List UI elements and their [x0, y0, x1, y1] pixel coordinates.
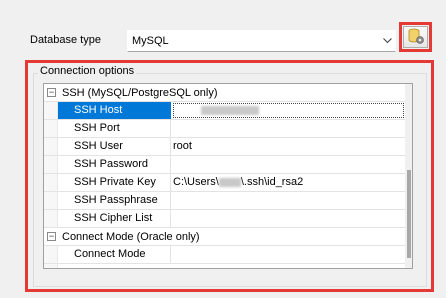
property-value-ssh-private-key[interactable]: C:\Users\ \.ssh\id_rsa2 [172, 174, 405, 191]
property-value-ssh-password[interactable] [172, 156, 405, 173]
property-value-ssh-host[interactable] [172, 102, 405, 119]
vertical-scrollbar[interactable] [405, 84, 412, 268]
property-value-connect-mode[interactable] [172, 246, 405, 263]
database-type-value: MySQL [132, 35, 169, 47]
category-ssh[interactable]: − SSH (MySQL/PostgreSQL only) [44, 84, 405, 102]
property-row-ssh-password[interactable]: SSH Password [44, 156, 405, 174]
category-connect-mode[interactable]: − Connect Mode (Oracle only) [44, 228, 405, 246]
property-value-ssh-port[interactable] [172, 120, 405, 137]
key-path-suffix: \.ssh\id_rsa2 [240, 176, 304, 188]
property-grid[interactable]: − SSH (MySQL/PostgreSQL only) SSH Host S… [43, 83, 413, 269]
property-name: SSH Host [58, 102, 171, 119]
property-name: SSH Cipher List [58, 210, 171, 227]
property-name: SSH Private Key [58, 174, 171, 191]
property-row-ssh-user[interactable]: SSH User root [44, 138, 405, 156]
property-value-ssh-passphrase[interactable] [172, 192, 405, 209]
database-type-label: Database type [30, 34, 101, 46]
connection-options-title: Connection options [38, 65, 137, 77]
property-value-ssh-cipher-list[interactable] [172, 210, 405, 227]
property-row-ssh-passphrase[interactable]: SSH Passphrase [44, 192, 405, 210]
property-name: SSH Port [58, 120, 171, 137]
key-path-prefix: C:\Users\ [173, 176, 219, 188]
database-type-select[interactable]: MySQL [127, 30, 396, 52]
property-row-ssh-host[interactable]: SSH Host [44, 102, 405, 120]
property-name: SSH User [58, 138, 171, 155]
property-row-ssh-port[interactable]: SSH Port [44, 120, 405, 138]
property-row-ssh-private-key[interactable]: SSH Private Key C:\Users\ \.ssh\id_rsa2 [44, 174, 405, 192]
chevron-down-icon[interactable] [379, 31, 395, 51]
collapse-toggle-icon[interactable]: − [47, 232, 56, 241]
collapse-toggle-icon[interactable]: − [47, 88, 56, 97]
database-settings-button[interactable] [403, 26, 428, 48]
property-name: SSH Password [58, 156, 171, 173]
redacted-value [201, 105, 259, 115]
property-row-connect-mode[interactable]: Connect Mode [44, 246, 405, 264]
database-settings-icon [407, 27, 425, 48]
property-name: SSH Passphrase [58, 192, 171, 209]
category-label: Connect Mode (Oracle only) [62, 230, 200, 243]
scrollbar-thumb[interactable] [407, 170, 411, 258]
category-label: SSH (MySQL/PostgreSQL only) [62, 86, 218, 99]
redacted-username [218, 177, 241, 187]
property-name: Connect Mode [58, 246, 171, 263]
property-row-ssh-cipher-list[interactable]: SSH Cipher List [44, 210, 405, 228]
property-value-ssh-user[interactable]: root [172, 138, 405, 155]
